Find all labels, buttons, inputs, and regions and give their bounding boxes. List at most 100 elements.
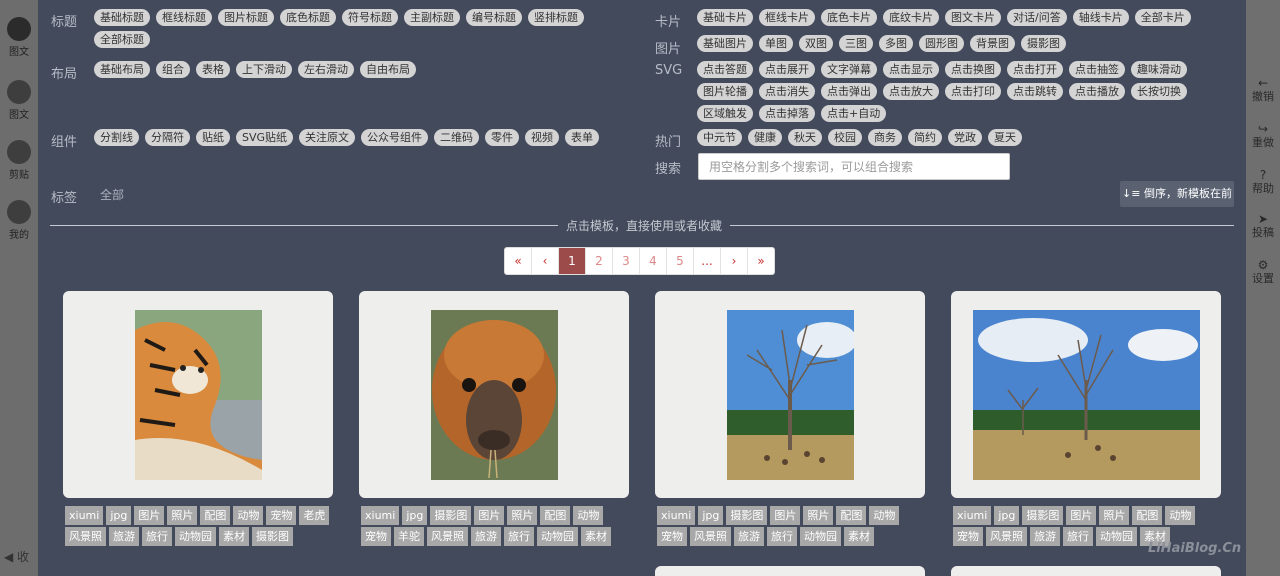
card-tag[interactable]: 旅游 xyxy=(734,527,764,546)
card-tag[interactable]: 风景照 xyxy=(427,527,468,546)
filter-tag[interactable]: 公众号组件 xyxy=(361,129,429,146)
filter-tag[interactable]: 全部标题 xyxy=(94,31,150,48)
filter-tag[interactable]: 点击放大 xyxy=(883,83,939,100)
undo-button[interactable]: ← 撤销 xyxy=(1246,76,1280,104)
filter-tag[interactable]: 图文卡片 xyxy=(945,9,1001,26)
filter-tag[interactable]: 点击+自动 xyxy=(821,105,887,122)
page-nav-button[interactable]: ‹ xyxy=(532,248,559,274)
submit-button[interactable]: ➤ 投稿 xyxy=(1246,212,1280,240)
filter-tag[interactable]: 简约 xyxy=(908,129,942,146)
card-tag[interactable]: 动物园 xyxy=(800,527,841,546)
card-tag[interactable]: 照片 xyxy=(507,506,538,525)
template-card[interactable]: xiumi jpg 摄影图 图片 照片 配图 动物 宠物 风景照 旅游 旅行 动物园 素材 xyxy=(951,291,1221,546)
filter-tag[interactable]: 点击播放 xyxy=(1069,83,1125,100)
card-tag[interactable]: 动物 xyxy=(573,506,604,525)
card-tag[interactable]: 摄影图 xyxy=(726,506,768,525)
filter-tag[interactable]: 党政 xyxy=(948,129,982,146)
card-tag[interactable]: xiumi xyxy=(361,506,400,525)
card-tag[interactable]: 旅游 xyxy=(109,527,139,546)
card-tag[interactable]: 动物园 xyxy=(175,527,216,546)
filter-tag[interactable]: 圆形图 xyxy=(919,35,964,52)
card-tag[interactable]: xiumi xyxy=(657,506,696,525)
page-button[interactable]: 1 xyxy=(559,248,586,274)
filter-tag[interactable]: 秋天 xyxy=(788,129,822,146)
redo-button[interactable]: ↪ 重做 xyxy=(1246,122,1280,150)
card-tag[interactable]: 照片 xyxy=(1099,506,1130,525)
filter-tag[interactable]: 自由布局 xyxy=(360,61,416,78)
card-tag[interactable]: 素材 xyxy=(844,527,874,546)
filter-tag[interactable]: 框线标题 xyxy=(156,9,212,26)
filter-tag[interactable]: 点击跳转 xyxy=(1007,83,1063,100)
filter-tag[interactable]: 健康 xyxy=(748,129,782,146)
card-tag[interactable]: jpg xyxy=(106,506,132,525)
filter-tag[interactable]: 点击答题 xyxy=(697,61,753,78)
filter-tag[interactable]: 主副标题 xyxy=(404,9,460,26)
template-card[interactable]: xiumi jpg 摄影图 图片 照片 配图 动物 宠物 羊驼 风景照 旅游 旅行 动物园 素材 xyxy=(359,291,629,546)
card-tag[interactable]: 动物 xyxy=(1165,506,1196,525)
card-tag[interactable]: 宠物 xyxy=(657,527,687,546)
card-tag[interactable]: 摄影图 xyxy=(252,527,293,546)
template-card[interactable]: xiumi jpg 图片 照片 配图 动物 宠物 老虎 风景照 旅游 旅行 动物园 素材 摄影图 xyxy=(63,291,333,546)
page-nav-button[interactable]: « xyxy=(505,248,532,274)
filter-tag[interactable]: 关注原文 xyxy=(299,129,356,146)
filter-tag[interactable]: 表格 xyxy=(196,61,230,78)
page-button[interactable]: 5 xyxy=(667,248,694,274)
template-card[interactable] xyxy=(655,566,925,576)
filter-tag[interactable]: 基础卡片 xyxy=(697,9,753,26)
filter-tag[interactable]: 商务 xyxy=(868,129,902,146)
collapse-button[interactable]: ◀ 收 xyxy=(4,548,29,565)
card-tag[interactable]: xiumi xyxy=(65,506,104,525)
card-tag[interactable]: 图片 xyxy=(770,506,801,525)
card-tag[interactable]: 素材 xyxy=(219,527,249,546)
card-tag[interactable]: 配图 xyxy=(1132,506,1163,525)
filter-tag[interactable]: 对话/问答 xyxy=(1007,9,1067,26)
filter-tag[interactable]: 三图 xyxy=(839,35,873,52)
card-tag[interactable]: 动物 xyxy=(233,506,264,525)
filter-tag[interactable]: 图片标题 xyxy=(218,9,274,26)
card-tag[interactable]: 照片 xyxy=(803,506,834,525)
filter-tag[interactable]: 多图 xyxy=(879,35,913,52)
card-tag[interactable]: 配图 xyxy=(200,506,231,525)
filter-tag[interactable]: 表单 xyxy=(565,129,600,146)
filter-tag[interactable]: 图片轮播 xyxy=(697,83,753,100)
card-tag[interactable]: jpg xyxy=(402,506,428,525)
filter-tag[interactable]: 底色标题 xyxy=(280,9,336,26)
card-tag[interactable]: xiumi xyxy=(953,506,992,525)
filter-tag[interactable]: 区域触发 xyxy=(697,105,753,122)
filter-tag[interactable]: 底纹卡片 xyxy=(883,9,939,26)
card-tag[interactable]: 摄影图 xyxy=(1022,506,1064,525)
left-nav-item[interactable]: 图文 xyxy=(0,80,38,121)
filter-tag[interactable]: 分隔符 xyxy=(145,129,190,146)
filter-tag[interactable]: 趣味滑动 xyxy=(1131,61,1187,78)
filter-tag[interactable]: 文字弹幕 xyxy=(821,61,877,78)
page-button[interactable]: 3 xyxy=(613,248,640,274)
help-button[interactable]: ? 帮助 xyxy=(1246,168,1280,196)
card-tag[interactable]: 旅行 xyxy=(504,527,534,546)
card-tag[interactable]: jpg xyxy=(698,506,724,525)
filter-tag[interactable]: 背景图 xyxy=(970,35,1015,52)
filter-tag[interactable]: 点击消失 xyxy=(759,83,815,100)
settings-button[interactable]: ⚙ 设置 xyxy=(1246,258,1280,286)
card-tag[interactable]: 旅行 xyxy=(142,527,172,546)
filter-tag[interactable]: 中元节 xyxy=(697,129,742,146)
filter-tag[interactable]: 二维码 xyxy=(434,129,480,146)
filter-tag[interactable]: 分割线 xyxy=(94,129,139,146)
sort-order-button[interactable]: ↓≡ 倒序，新模板在前 xyxy=(1120,181,1234,207)
filter-tag[interactable]: 零件 xyxy=(485,129,520,146)
card-tag[interactable]: 动物园 xyxy=(537,527,578,546)
filter-tag[interactable]: 校园 xyxy=(828,129,862,146)
filter-tag[interactable]: 点击抽签 xyxy=(1069,61,1125,78)
left-nav-item[interactable]: 我的 xyxy=(0,200,38,241)
page-button[interactable]: 4 xyxy=(640,248,667,274)
filter-tag[interactable]: 摄影图 xyxy=(1021,35,1066,52)
card-tag[interactable]: jpg xyxy=(994,506,1020,525)
page-button[interactable]: 2 xyxy=(586,248,613,274)
filter-tag[interactable]: 长按切换 xyxy=(1131,83,1187,100)
card-tag[interactable]: 老虎 xyxy=(299,506,330,525)
filter-tag[interactable]: 点击显示 xyxy=(883,61,939,78)
filter-tag[interactable]: 点击换图 xyxy=(945,61,1001,78)
page-nav-button[interactable]: › xyxy=(721,248,748,274)
filter-tag[interactable]: 基础布局 xyxy=(94,61,150,78)
filter-tag[interactable]: 双图 xyxy=(799,35,833,52)
card-tag[interactable]: 风景照 xyxy=(690,527,731,546)
